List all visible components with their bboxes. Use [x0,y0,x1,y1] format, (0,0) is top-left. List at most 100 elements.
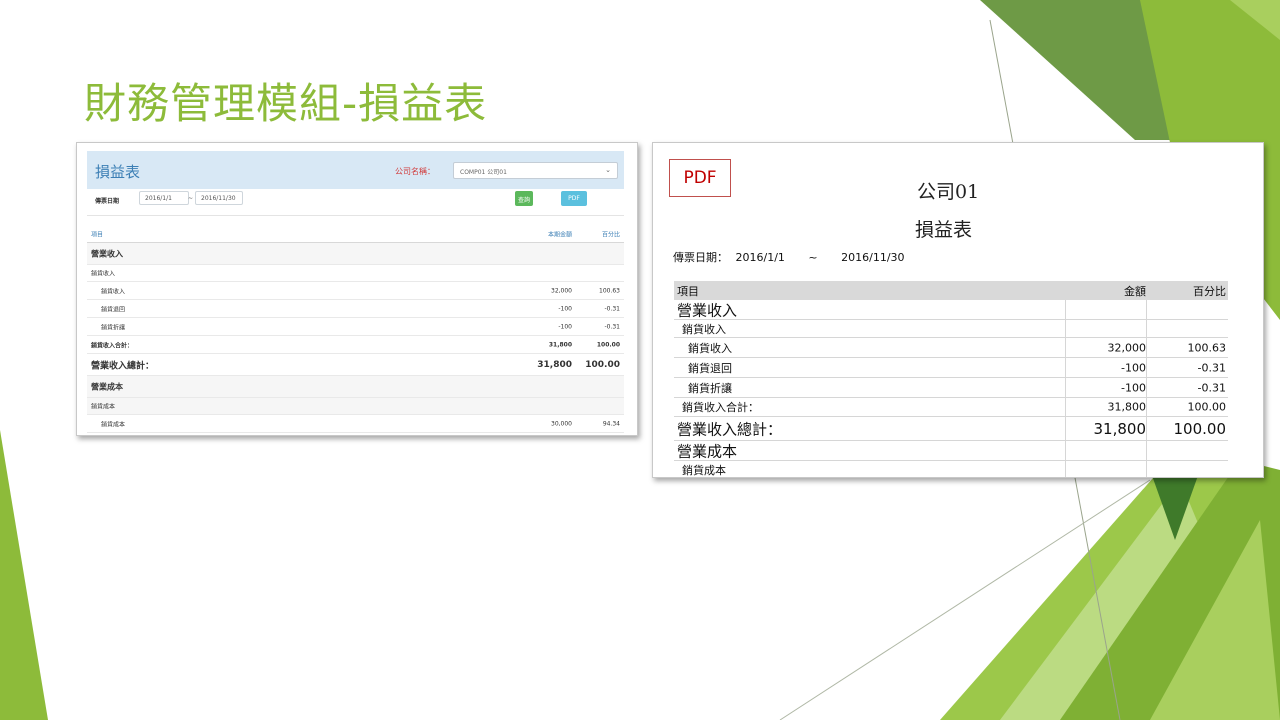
voucher-date-label: 傳票日期 [95,198,120,205]
row-percent: 100.63 [599,287,620,294]
column-separator [1146,300,1147,319]
column-header-item: 項目 [91,231,104,238]
row-label: 銷貨成本 [91,403,116,411]
pdf-row-amount: -100 [1121,361,1146,374]
column-separator [1146,358,1147,377]
pdf-date-range: 傳票日期： 2016/1/1 ~ 2016/11/30 [673,249,905,265]
pdf-row-label: 銷貨收入 [682,322,726,336]
row-amount: -100 [558,305,572,312]
pdf-row-percent: -0.31 [1197,361,1226,374]
row-label: 銷貨成本 [101,421,126,428]
column-separator [1065,417,1066,440]
pdf-row-label: 銷貨收入合計： [682,401,759,414]
pdf-table-row: 銷貨退回 -100 -0.31 [674,358,1228,378]
column-separator [1065,358,1066,377]
pdf-screenshot: PDF 公司01 損益表 傳票日期： 2016/1/1 ~ 2016/11/30… [652,142,1264,478]
ui-page-title: 損益表 [95,163,141,181]
company-select-value: COMP01 公司01 [460,169,507,176]
divider [87,215,624,216]
pdf-row-amount: 32,000 [1107,341,1147,354]
pdf-table-row: 銷貨成本 [674,461,1228,477]
row-label: 銷貨折讓 [101,324,126,331]
pdf-date-to: 2016/11/30 [841,251,905,264]
pdf-row-label: 營業成本 [677,442,738,460]
column-separator [1146,338,1147,357]
row-amount: -100 [558,323,572,330]
pdf-table-row: 營業成本 [674,441,1228,461]
pdf-column-header-amount: 金額 [1124,284,1146,298]
table-row: 營業成本 [87,376,624,398]
table-row: 營業收入總計： 31,800 100.00 [87,354,624,376]
pdf-report-title: 損益表 [915,219,973,241]
pdf-row-label: 銷貨成本 [682,463,726,477]
column-separator [1065,398,1066,416]
table-row: 銷貨成本 [87,398,624,415]
pdf-company-name: 公司01 [917,181,980,203]
pdf-table-row: 營業收入總計： 31,800 100.00 [674,417,1228,441]
pdf-row-label: 營業收入 [677,301,738,319]
pdf-table-row: 營業收入 [674,300,1228,320]
pdf-row-label: 銷貨收入 [688,341,732,355]
table-row: 銷貨收入合計： 31,800 100.00 [87,336,624,354]
column-separator [1146,320,1147,337]
chevron-down-icon: ⌄ [605,166,611,174]
pdf-table-row: 銷貨收入 32,000 100.63 [674,338,1228,358]
pdf-column-header-item: 項目 [677,284,699,298]
pdf-row-percent: -0.31 [1197,381,1226,394]
ui-header-bar: 損益表 公司名稱： COMP01 公司01 ⌄ [87,151,624,189]
row-percent: -0.31 [604,305,620,312]
pdf-table-row: 銷貨收入合計： 31,800 100.00 [674,398,1228,417]
pdf-column-header-percent: 百分比 [1193,284,1226,298]
column-header-percent: 百分比 [601,231,620,238]
pdf-table-header-row: 項目 金額 百分比 [674,281,1228,300]
table-row: 銷貨折讓 -100 -0.31 [87,318,624,336]
pdf-table-row: 銷貨收入 [674,320,1228,338]
column-separator [1146,461,1147,477]
column-separator [1146,398,1147,416]
pdf-row-amount: 31,800 [1107,400,1147,414]
pdf-export-button[interactable]: PDF [561,191,587,206]
row-label: 銷貨收入合計： [91,342,134,349]
row-amount: 31,800 [537,359,572,370]
date-to-input[interactable]: 2016/11/30 [195,191,243,205]
row-percent: 100.00 [596,341,620,348]
column-separator [1065,441,1066,460]
row-percent: 100.00 [585,359,620,370]
table-row: 銷貨收入 32,000 100.63 [87,282,624,300]
table-row: 銷貨收入 [87,265,624,282]
row-percent: -0.31 [604,323,620,330]
date-from-input[interactable]: 2016/1/1 [139,191,189,205]
table-row: 銷貨退回 -100 -0.31 [87,300,624,318]
pdf-row-percent: 100.00 [1187,400,1227,414]
table-row: 營業收入 [87,243,624,265]
column-separator [1146,417,1147,440]
company-select[interactable]: COMP01 公司01 ⌄ [453,162,618,179]
table-header-row: 項目 本期金額 百分比 [87,225,624,243]
pdf-row-label: 營業收入總計： [677,420,783,438]
table-row: 銷貨成本 30,000 94.34 [87,415,624,433]
row-label: 銷貨退回 [101,306,126,313]
row-label: 銷貨收入 [91,270,116,278]
row-label: 銷貨收入 [101,288,126,295]
pdf-date-separator: ~ [808,251,818,264]
row-amount: 32,000 [551,287,572,294]
pdf-row-percent: 100.00 [1173,419,1227,438]
row-amount: 31,800 [548,341,572,348]
company-name-label: 公司名稱： [395,167,435,176]
income-statement-table: 項目 本期金額 百分比 營業收入 銷貨收入 銷貨收入 32,000 100.63 銷貨退回… [87,225,624,433]
pdf-income-statement-table: 項目 金額 百分比 營業收入 銷貨收入 銷貨收入 32,000 100.63 銷貨退回 -1… [674,281,1228,477]
column-header-amount: 本期金額 [547,231,572,238]
row-amount: 30,000 [551,420,572,427]
query-button[interactable]: 查詢 [515,191,533,206]
pdf-badge: PDF [669,159,731,197]
row-label: 營業收入 [91,249,123,258]
web-ui-screenshot: 損益表 公司名稱： COMP01 公司01 ⌄ 傳票日期 2016/1/1 ~ … [76,142,638,436]
pdf-date-label: 傳票日期： [673,251,728,264]
pdf-table-row: 銷貨折讓 -100 -0.31 [674,378,1228,398]
pdf-date-from: 2016/1/1 [735,251,785,264]
pdf-row-label: 銷貨折讓 [688,381,732,395]
row-label: 營業收入總計： [91,361,155,371]
pdf-row-label: 銷貨退回 [688,361,732,375]
row-label: 營業成本 [91,382,123,391]
row-percent: 94.34 [602,420,620,427]
